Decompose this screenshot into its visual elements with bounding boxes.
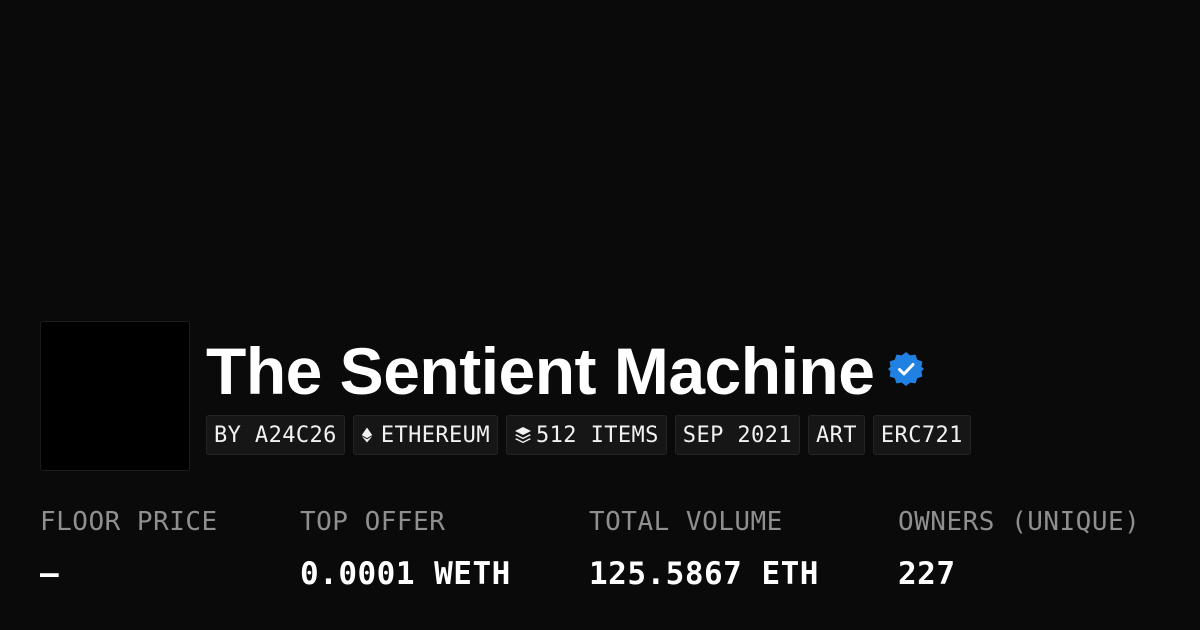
stat-top-offer-value: 0.0001 WETH xyxy=(300,556,511,592)
tag-items[interactable]: 512 ITEMS xyxy=(505,415,667,455)
tag-creator[interactable]: BY A24C26 xyxy=(206,415,345,455)
tag-chain[interactable]: ETHEREUM xyxy=(352,415,498,455)
collection-title[interactable]: The Sentient Machine xyxy=(206,334,875,408)
tag-category-label: ART xyxy=(815,422,857,448)
stat-top-offer: TOP OFFER 0.0001 WETH xyxy=(300,506,511,592)
stat-floor-price-label: FLOOR PRICE xyxy=(40,507,218,537)
stat-owners-label: OWNERS (UNIQUE) xyxy=(898,507,1141,537)
verified-badge-icon xyxy=(888,352,925,386)
stat-floor-price: FLOOR PRICE – xyxy=(40,506,218,592)
stat-owners-value: 227 xyxy=(898,556,956,592)
stat-owners: OWNERS (UNIQUE) 227 xyxy=(898,506,1140,592)
collection-card: The Sentient Machine BY A24C26 ETHEREUM … xyxy=(0,0,1200,630)
tag-chain-label: ETHEREUM xyxy=(380,422,490,448)
tag-standard[interactable]: ERC721 xyxy=(872,415,971,455)
tag-date[interactable]: SEP 2021 xyxy=(674,415,800,455)
stat-total-volume: TOTAL VOLUME 125.5867 ETH xyxy=(589,506,819,592)
layers-icon xyxy=(514,427,531,444)
tag-category[interactable]: ART xyxy=(807,415,865,455)
stat-total-volume-label: TOTAL VOLUME xyxy=(589,507,783,537)
stat-top-offer-label: TOP OFFER xyxy=(300,507,446,537)
tag-row: BY A24C26 ETHEREUM 512 ITEMS SEP 2021 AR… xyxy=(206,415,971,455)
tag-items-label: 512 ITEMS xyxy=(535,422,659,448)
stat-total-volume-value: 125.5867 ETH xyxy=(589,556,819,592)
ethereum-icon xyxy=(361,427,373,443)
collection-avatar[interactable] xyxy=(40,321,190,471)
tag-creator-label: BY A24C26 xyxy=(214,422,337,448)
tag-standard-label: ERC721 xyxy=(880,422,963,448)
title-row: The Sentient Machine xyxy=(206,334,925,408)
stat-floor-price-value: – xyxy=(40,556,60,592)
tag-date-label: SEP 2021 xyxy=(682,422,792,448)
